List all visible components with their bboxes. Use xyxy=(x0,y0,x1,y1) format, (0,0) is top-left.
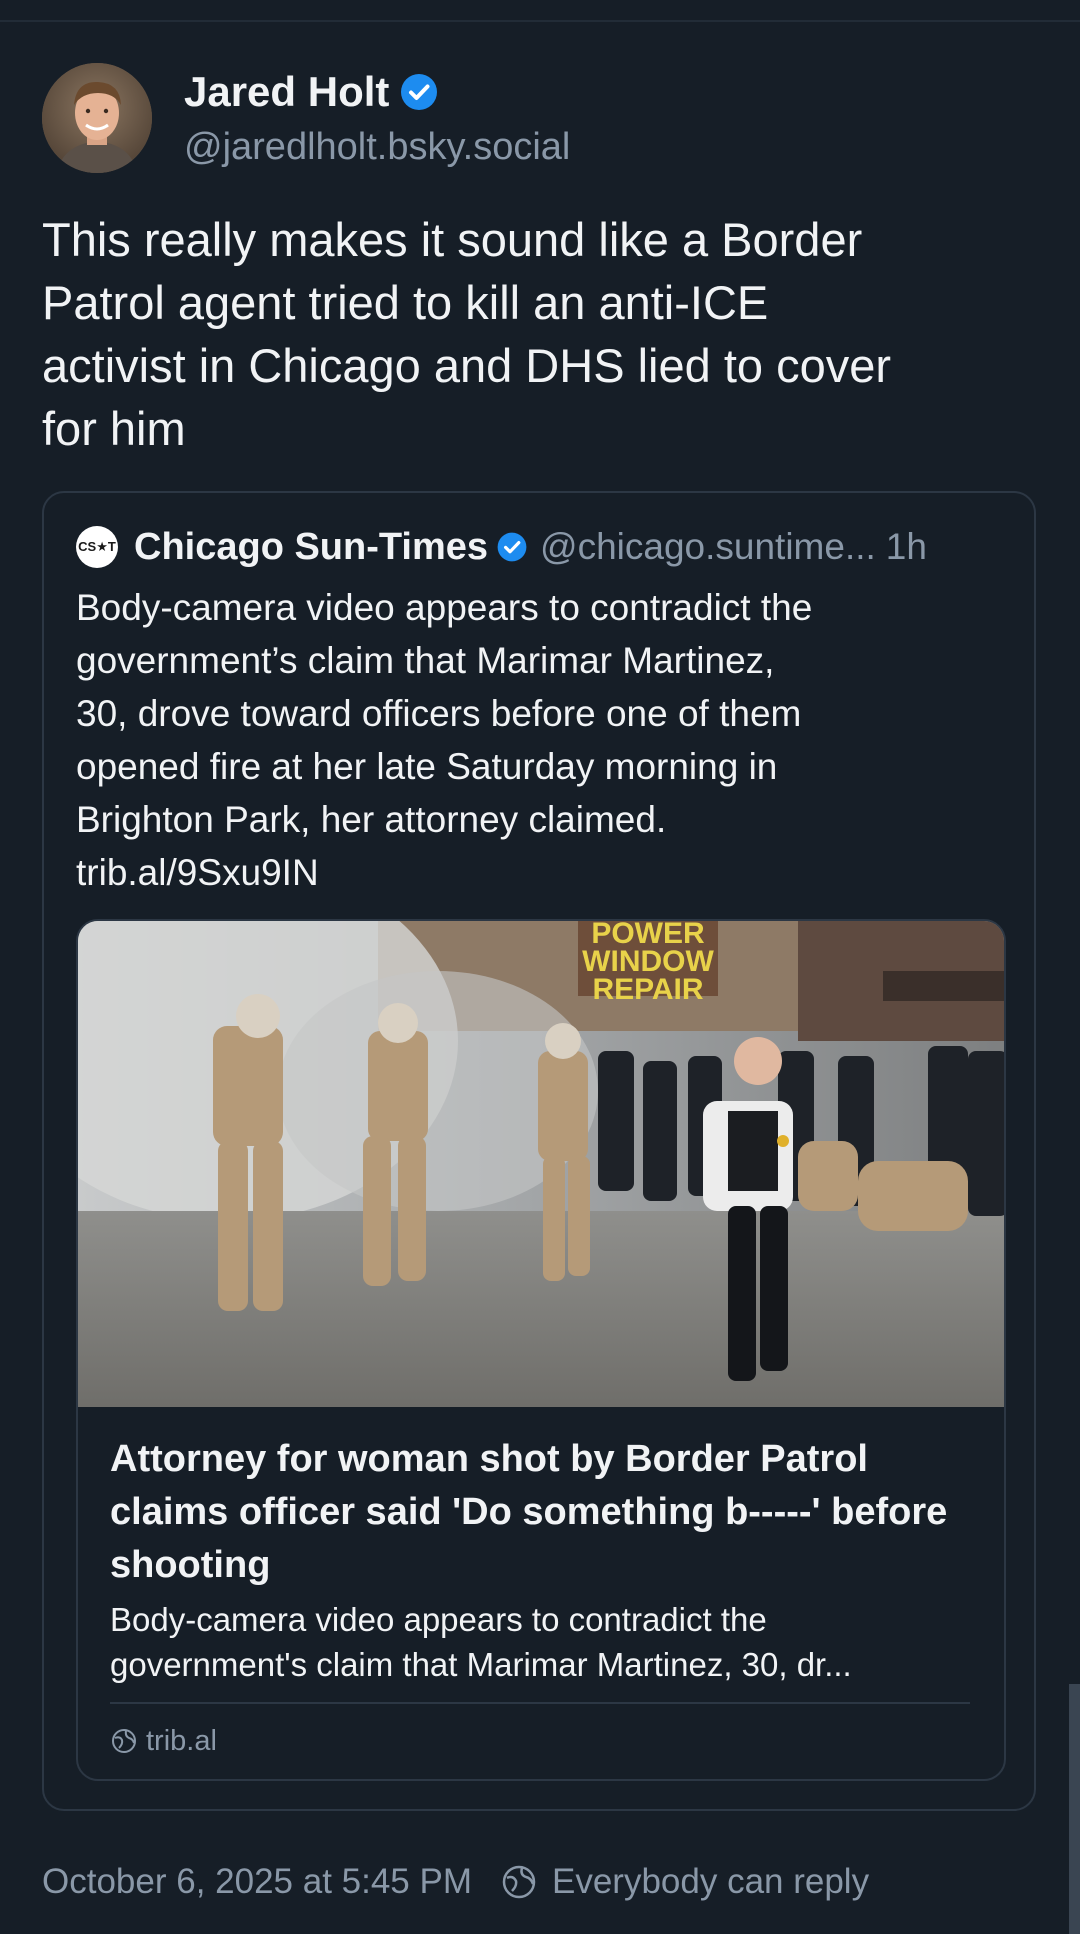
verified-check-icon xyxy=(401,74,438,110)
link-preview-title[interactable]: Attorney for woman shot by Border Patrol… xyxy=(110,1433,970,1592)
quoted-post-time: 1h xyxy=(885,526,927,567)
sign-word-3: REPAIR xyxy=(592,973,703,1006)
quoted-author-handle: @chicago.suntime... xyxy=(540,526,876,567)
verified-check-icon xyxy=(497,532,527,562)
avatar-portrait xyxy=(42,63,152,173)
top-divider xyxy=(0,20,1080,22)
quoted-post-card[interactable]: CS★T Chicago Sun-Times @chicago.suntime.… xyxy=(42,491,1036,1811)
link-preview-domain: trib.al xyxy=(146,1724,217,1757)
author-display-name[interactable]: Jared Holt xyxy=(184,68,389,116)
quoted-author-name: Chicago Sun-Times xyxy=(134,525,489,568)
post-thread-view: Jared Holt @jaredlholt.bsky.social This … xyxy=(0,0,1080,1934)
author-handle[interactable]: @jaredlholt.bsky.social xyxy=(184,126,570,169)
quoted-avatar-logo-text: CS★T xyxy=(78,539,116,554)
link-preview-image: POWER WINDOW REPAIR xyxy=(78,921,1004,1407)
globe-icon xyxy=(112,1729,136,1753)
link-preview-card[interactable]: POWER WINDOW REPAIR Attorney for woman s… xyxy=(76,919,1006,1781)
link-preview-domain-row: trib.al xyxy=(110,1723,217,1759)
quoted-author-avatar: CS★T xyxy=(76,526,118,568)
author-avatar[interactable] xyxy=(42,63,152,173)
post-text: This really makes it sound like a Border… xyxy=(42,213,892,455)
reply-setting[interactable]: Everybody can reply xyxy=(552,1862,869,1902)
quoted-post-header: CS★T Chicago Sun-Times @chicago.suntime.… xyxy=(76,525,1016,569)
author-name-row[interactable]: Jared Holt xyxy=(184,68,439,116)
quoted-post-text: Body-camera video appears to contradict … xyxy=(76,587,813,893)
link-preview-description: Body-camera video appears to contradict … xyxy=(110,1601,852,1683)
globe-icon[interactable] xyxy=(500,1863,538,1901)
post-footer: October 6, 2025 at 5:45 PM Everybody can… xyxy=(42,1861,869,1903)
post-timestamp: October 6, 2025 at 5:45 PM xyxy=(42,1862,472,1901)
news-photo: POWER WINDOW REPAIR xyxy=(78,921,1004,1407)
link-preview-divider xyxy=(110,1702,970,1704)
scrollbar[interactable] xyxy=(1069,1684,1080,1934)
